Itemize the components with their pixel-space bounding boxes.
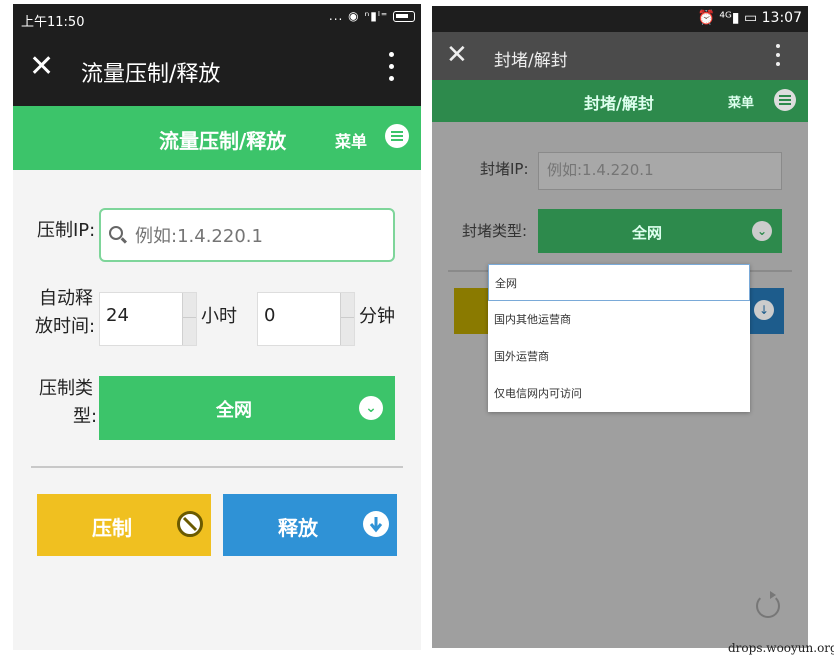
more-options-icon[interactable] bbox=[776, 44, 780, 71]
dropdown-option[interactable]: 国外运营商 bbox=[488, 338, 750, 375]
chevron-down-icon: ⌄ bbox=[752, 221, 772, 241]
right-phone-screen: ⏰ ⁴ᴳ▮ ▭ 13:07 ✕ 封堵/解封 封堵/解封 菜单 封堵IP: 封堵类… bbox=[432, 6, 808, 648]
ip-input[interactable] bbox=[547, 161, 767, 179]
page-header: 流量压制/释放 菜单 bbox=[13, 106, 421, 170]
signal-icons: ... ◉ ⁿ▮ˡ⁼ bbox=[328, 9, 393, 23]
hours-unit: 小时 bbox=[201, 306, 237, 327]
ban-icon bbox=[177, 511, 203, 537]
type-select[interactable]: 全网 ⌄ bbox=[538, 209, 782, 253]
chevron-down-icon: ⌄ bbox=[359, 396, 383, 420]
type-label-line2: 型: bbox=[73, 406, 98, 427]
more-options-icon[interactable] bbox=[389, 52, 395, 84]
search-icon bbox=[109, 226, 123, 240]
watermark: drops.wooyun.org bbox=[728, 641, 834, 655]
type-label: 封堵类型: bbox=[462, 222, 528, 240]
refresh-icon[interactable] bbox=[756, 591, 780, 618]
type-label-line1: 压制类 bbox=[39, 378, 93, 399]
suppress-button[interactable]: 压制 bbox=[37, 494, 211, 556]
release-button[interactable]: 释放 bbox=[223, 494, 397, 556]
type-dropdown-list: 全网 国内其他运营商 国外运营商 仅电信网内可访问 bbox=[488, 264, 750, 412]
ip-input-field[interactable] bbox=[99, 208, 395, 262]
status-time: 13:07 bbox=[761, 10, 802, 26]
close-icon[interactable]: ✕ bbox=[446, 40, 468, 70]
page-title: 流量压制/释放 bbox=[159, 129, 287, 153]
ip-input-field[interactable] bbox=[538, 152, 782, 190]
hours-spinner[interactable] bbox=[182, 293, 196, 345]
minutes-unit: 分钟 bbox=[359, 306, 395, 327]
hamburger-menu-icon[interactable] bbox=[385, 124, 409, 148]
ip-label: 封堵IP: bbox=[480, 160, 529, 178]
menu-label[interactable]: 菜单 bbox=[335, 128, 367, 152]
type-select[interactable]: 全网 ⌄ bbox=[99, 376, 395, 440]
dropdown-option[interactable]: 全网 bbox=[488, 264, 750, 301]
arrow-down-icon: ↓ bbox=[754, 300, 774, 320]
ip-input[interactable] bbox=[135, 220, 385, 252]
battery-icon bbox=[393, 11, 415, 22]
minutes-stepper[interactable] bbox=[257, 292, 355, 346]
status-bar: ⏰ ⁴ᴳ▮ ▭ 13:07 bbox=[432, 6, 808, 32]
page-header: 封堵/解封 菜单 bbox=[432, 80, 808, 122]
release-time-label-line1: 自动释 bbox=[39, 288, 93, 309]
release-button[interactable]: ↓ bbox=[750, 288, 784, 334]
close-icon[interactable]: ✕ bbox=[29, 52, 54, 82]
minutes-input[interactable] bbox=[264, 305, 324, 326]
status-bar: 上午11:50 ... ◉ ⁿ▮ˡ⁼ bbox=[13, 4, 421, 34]
app-title: 封堵/解封 bbox=[494, 51, 568, 71]
type-select-value: 全网 bbox=[631, 224, 662, 242]
arrow-down-icon bbox=[363, 511, 389, 537]
app-title: 流量压制/释放 bbox=[81, 62, 221, 87]
minutes-spinner[interactable] bbox=[340, 293, 354, 345]
suppress-button-label: 压制 bbox=[92, 516, 132, 540]
release-time-label-line2: 放时间: bbox=[35, 316, 96, 337]
dropdown-option[interactable]: 仅电信网内可访问 bbox=[488, 375, 750, 412]
release-button-label: 释放 bbox=[278, 516, 318, 540]
status-icons: ... ◉ ⁿ▮ˡ⁼ bbox=[329, 9, 415, 23]
alarm-signal-battery-icons: ⏰ ⁴ᴳ▮ ▭ bbox=[697, 10, 758, 26]
status-time: 上午11:50 bbox=[21, 15, 85, 30]
type-select-value: 全网 bbox=[216, 400, 252, 421]
left-phone-screen: 上午11:50 ... ◉ ⁿ▮ˡ⁼ ✕ 流量压制/释放 流量压制/释放 菜单 … bbox=[13, 4, 421, 650]
status-icons: ⏰ ⁴ᴳ▮ ▭ 13:07 bbox=[697, 10, 802, 26]
hamburger-menu-icon[interactable] bbox=[774, 89, 796, 111]
page-title: 封堵/解封 bbox=[584, 94, 654, 113]
menu-label[interactable]: 菜单 bbox=[728, 92, 754, 111]
divider bbox=[31, 466, 403, 468]
app-bar: ✕ 流量压制/释放 bbox=[13, 34, 421, 106]
dropdown-option[interactable]: 国内其他运营商 bbox=[488, 301, 750, 338]
hours-stepper[interactable] bbox=[99, 292, 197, 346]
ip-label: 压制IP: bbox=[37, 220, 96, 241]
hours-input[interactable] bbox=[106, 305, 166, 326]
app-bar: ✕ 封堵/解封 bbox=[432, 32, 808, 80]
